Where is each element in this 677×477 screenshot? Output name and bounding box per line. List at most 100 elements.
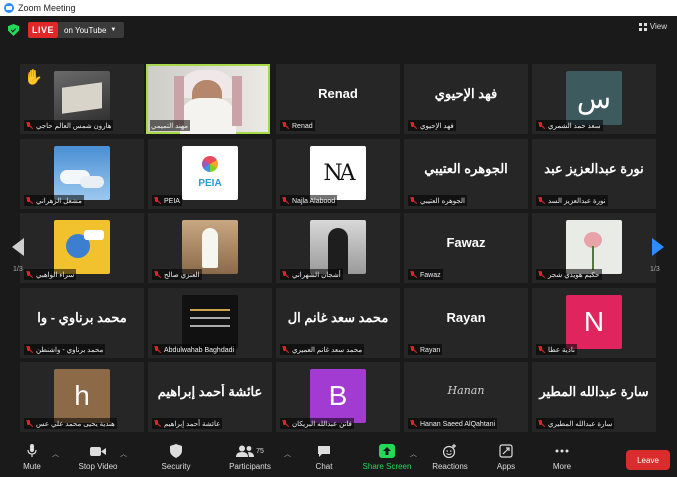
muted-mic-icon xyxy=(153,197,161,205)
more-button[interactable]: More xyxy=(548,443,576,471)
name-label: سعد حمد الشمري xyxy=(536,120,603,131)
view-button[interactable]: View xyxy=(638,22,667,31)
shield-icon xyxy=(170,444,182,458)
zoom-logo-icon xyxy=(4,3,14,13)
muted-mic-icon xyxy=(153,346,161,354)
participants-options-caret-icon[interactable]: ︿ xyxy=(284,449,291,459)
muted-mic-icon xyxy=(537,271,545,279)
name-label: Rayan xyxy=(408,344,443,355)
video-tile[interactable]: Fawaz Fawaz xyxy=(404,213,528,283)
name-label: الجوهره العتيبي xyxy=(408,195,468,206)
meeting-topbar: LIVE on YouTube ▼ View xyxy=(0,16,677,44)
live-destination-dropdown[interactable]: on YouTube ▼ xyxy=(58,22,124,38)
apps-label: Apps xyxy=(496,462,516,471)
video-tile[interactable]: محمد سعد غانم ال محمد سعد غانم العميري xyxy=(276,288,400,358)
muted-mic-icon xyxy=(25,197,33,205)
video-tile[interactable]: سراء الواهبي xyxy=(20,213,144,283)
more-label: More xyxy=(552,462,572,471)
participant-name-display: محمد برناوي - وا xyxy=(37,310,127,325)
video-options-caret-icon[interactable]: ︿ xyxy=(120,449,127,459)
video-tile[interactable]: B فاتن عبدالله البريكان xyxy=(276,362,400,432)
name-label: Fawaz xyxy=(408,269,443,280)
smiley-plus-icon xyxy=(443,444,456,458)
name-label: مشعل الزهراني xyxy=(24,195,84,206)
live-badge[interactable]: LIVE xyxy=(28,22,58,38)
mute-label: Mute xyxy=(23,462,41,471)
name-label: نورة عبدالعزيز السد xyxy=(536,195,608,206)
security-shield-icon[interactable] xyxy=(8,24,19,36)
more-dots-icon xyxy=(555,449,569,453)
participants-icon xyxy=(236,445,255,457)
reactions-button[interactable]: Reactions xyxy=(428,443,472,471)
muted-mic-icon xyxy=(409,122,417,130)
muted-mic-icon xyxy=(281,197,289,205)
peia-logo: PEIA xyxy=(182,146,238,200)
video-tile[interactable]: Renad Renad xyxy=(276,64,400,134)
video-tile[interactable]: أشجان الشهراني xyxy=(276,213,400,283)
muted-mic-icon xyxy=(409,346,417,354)
muted-mic-icon xyxy=(537,420,545,428)
page-indicator-left: 1/3 xyxy=(13,266,23,273)
participant-video xyxy=(54,71,110,125)
video-tile[interactable]: h هندية يحيى محمد علي عس xyxy=(20,362,144,432)
video-tile[interactable]: سارة عبدالله المطير سارة عبدالله المطيري xyxy=(532,362,656,432)
name-label: هارون شمس العالم حاجي xyxy=(24,120,114,131)
name-label: Najla Alabood xyxy=(280,195,338,206)
avatar: N xyxy=(566,295,622,349)
participant-picture xyxy=(54,220,110,274)
muted-mic-icon xyxy=(409,420,417,428)
window-titlebar: Zoom Meeting xyxy=(0,0,677,16)
mute-button[interactable]: Mute xyxy=(18,443,46,471)
name-label: مهند التميمي xyxy=(150,120,190,131)
meeting-toolbar: Mute ︿ Stop Video ︿ Security 75 Particip… xyxy=(0,437,677,477)
name-label: سارة عبدالله المطيري xyxy=(536,418,615,429)
video-tile[interactable]: س سعد حمد الشمري xyxy=(532,64,656,134)
participant-name-display: فهد الإحيوي xyxy=(434,86,498,101)
video-tile[interactable]: محمد برناوي - وا محمد برناوي - واشنطن xyxy=(20,288,144,358)
stop-video-button[interactable]: Stop Video xyxy=(72,443,124,471)
leave-button[interactable]: Leave xyxy=(626,450,670,470)
name-label: نادية عطا xyxy=(536,344,577,355)
muted-mic-icon xyxy=(537,197,545,205)
security-button[interactable]: Security xyxy=(156,443,196,471)
participant-picture xyxy=(54,146,110,200)
participants-count: 75 xyxy=(256,447,264,455)
muted-mic-icon xyxy=(537,346,545,354)
apps-button[interactable]: Apps xyxy=(492,443,520,471)
video-tile[interactable]: فهد الإحيوي فهد الإحيوي xyxy=(404,64,528,134)
video-tile[interactable]: PEIA PEIA xyxy=(148,139,272,209)
microphone-icon xyxy=(27,444,37,457)
live-destination-label: on YouTube xyxy=(64,25,107,35)
share-options-caret-icon[interactable]: ︿ xyxy=(410,449,417,459)
next-page-arrow-icon[interactable] xyxy=(652,238,664,256)
video-tile[interactable]: نورة عبدالعزيز عبد نورة عبدالعزيز السد xyxy=(532,139,656,209)
share-screen-button[interactable]: Share Screen xyxy=(360,443,414,471)
video-tile[interactable]: Hanan Hanan Saeed AlQahtani xyxy=(404,362,528,432)
video-tile[interactable]: N نادية عطا xyxy=(532,288,656,358)
muted-mic-icon xyxy=(409,197,417,205)
chat-button[interactable]: Chat xyxy=(308,443,340,471)
security-label: Security xyxy=(161,462,191,471)
previous-page-arrow-icon[interactable] xyxy=(12,238,24,256)
participant-name-display: Hanan xyxy=(447,384,485,397)
name-label: حكيم هويدي شجر xyxy=(536,269,602,280)
avatar: B xyxy=(310,369,366,423)
video-tile[interactable]: العنزي صالح xyxy=(148,213,272,283)
video-tile[interactable]: مشعل الزهراني xyxy=(20,139,144,209)
muted-mic-icon xyxy=(281,420,289,428)
name-label: Abdulwahab Baghdadi xyxy=(152,344,237,355)
video-tile[interactable]: الجوهره العتيبي الجوهره العتيبي xyxy=(404,139,528,209)
video-tile[interactable]: حكيم هويدي شجر xyxy=(532,213,656,283)
video-tile[interactable]: Rayan Rayan xyxy=(404,288,528,358)
name-label: فهد الإحيوي xyxy=(408,120,456,131)
mute-options-caret-icon[interactable]: ︿ xyxy=(52,449,59,459)
video-tile[interactable]: NA Najla Alabood xyxy=(276,139,400,209)
participants-button[interactable]: 75 Participants xyxy=(224,443,276,471)
muted-mic-icon xyxy=(153,420,161,428)
avatar: h xyxy=(54,369,110,423)
muted-mic-icon xyxy=(153,271,161,279)
participant-name-display: Fawaz xyxy=(446,235,486,250)
video-tile[interactable]: Abdulwahab Baghdadi xyxy=(148,288,272,358)
video-tile[interactable]: عائشة أحمد إبراهيم عائشة أحمد إبراهيم xyxy=(148,362,272,432)
video-tile-active-speaker[interactable]: مهند التميمي xyxy=(146,64,270,134)
